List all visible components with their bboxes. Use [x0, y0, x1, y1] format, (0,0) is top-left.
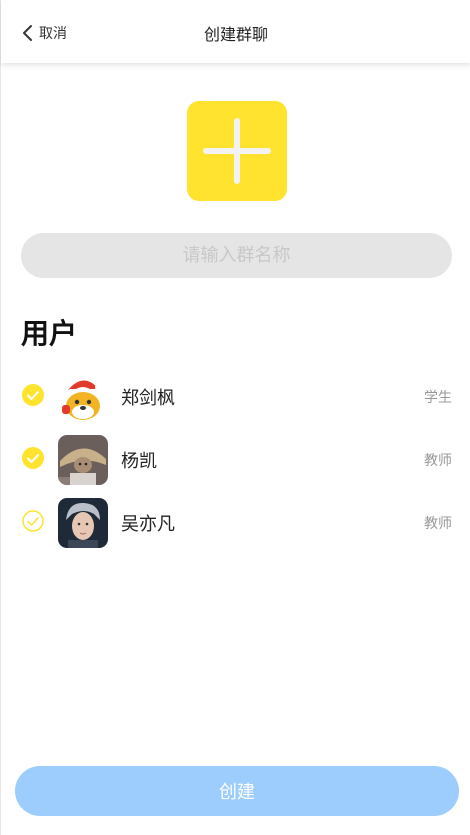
checked-circle-icon[interactable]	[22, 384, 44, 406]
avatar	[58, 498, 108, 548]
group-name-input[interactable]	[21, 233, 452, 278]
user-name: 杨凯	[121, 451, 157, 472]
user-name: 郑剑枫	[121, 388, 175, 409]
unchecked-circle-icon[interactable]	[22, 510, 44, 532]
avatar	[58, 435, 108, 485]
user-name: 吴亦凡	[121, 514, 175, 535]
checked-circle-icon[interactable]	[22, 447, 44, 469]
user-role: 教师	[424, 453, 452, 469]
users-section-title: 用户	[21, 317, 78, 350]
page-title: 创建群聊	[203, 25, 268, 44]
group-avatar-add-button[interactable]	[187, 101, 287, 201]
user-row-2[interactable]: 杨凯 教师	[1, 435, 470, 498]
user-list: 郑剑枫 学生 杨凯 教师 吴亦凡 教师	[1, 372, 470, 561]
create-button[interactable]: 创建	[15, 766, 459, 816]
user-role: 学生	[424, 390, 452, 406]
user-role: 教师	[424, 516, 452, 532]
avatar	[58, 372, 108, 422]
header-bar: 取消 创建群聊	[1, 0, 470, 63]
user-row-3[interactable]: 吴亦凡 教师	[1, 498, 470, 561]
user-row-1[interactable]: 郑剑枫 学生	[1, 372, 470, 435]
plus-icon	[203, 118, 271, 184]
